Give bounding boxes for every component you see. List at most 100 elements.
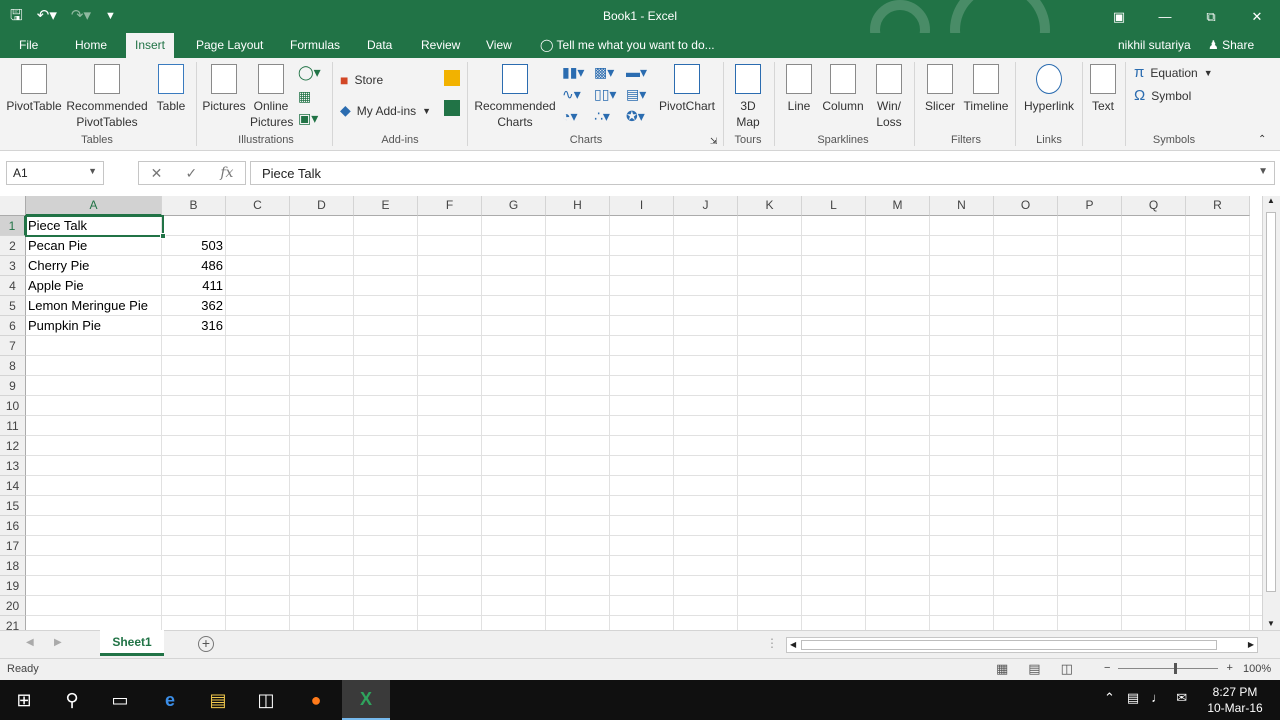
firefox-icon[interactable]: ● <box>292 680 340 720</box>
column-header[interactable]: O <box>994 196 1058 216</box>
column-header[interactable]: M <box>866 196 930 216</box>
formula-input[interactable]: Piece Talk ▼ <box>250 161 1275 185</box>
search-icon[interactable]: ⚲ <box>48 680 96 720</box>
row-header[interactable]: 11 <box>0 416 26 436</box>
column-header[interactable]: J <box>674 196 738 216</box>
row-header[interactable]: 8 <box>0 356 26 376</box>
table-button[interactable]: Table <box>154 64 188 114</box>
online-pictures-button[interactable]: Online Pictures <box>250 64 293 130</box>
scroll-sheets-left-icon[interactable]: ◀ <box>26 637 34 648</box>
row-header[interactable]: 14 <box>0 476 26 496</box>
vertical-scrollbar[interactable]: ▲ ▼ <box>1262 196 1280 630</box>
splitter-handle-icon[interactable]: ⋮ <box>766 636 778 650</box>
row-header[interactable]: 15 <box>0 496 26 516</box>
tab-page-layout[interactable]: Page Layout <box>187 33 272 58</box>
notifications-icon[interactable]: ✉ <box>1176 690 1187 706</box>
pivotchart-button[interactable]: PivotChart <box>658 64 716 114</box>
zoom-in-icon[interactable]: + <box>1226 662 1232 674</box>
column-chart-button[interactable]: ▮▮▾ <box>562 64 584 81</box>
page-layout-view-icon[interactable]: ▤ <box>1028 661 1040 677</box>
radar-chart-button[interactable]: ✪▾ <box>626 108 645 125</box>
shapes-button[interactable]: ◯▾ <box>298 64 321 81</box>
ribbon-display-icon[interactable]: ▣ <box>1096 0 1142 33</box>
scroll-left-icon[interactable]: ◀ <box>790 640 796 649</box>
row-header[interactable]: 19 <box>0 576 26 596</box>
column-header[interactable]: H <box>546 196 610 216</box>
share-button[interactable]: ♟ Share <box>1208 33 1254 57</box>
excel-taskbar-icon[interactable]: X <box>342 680 390 720</box>
user-name[interactable]: nikhil sutariya <box>1118 33 1191 57</box>
tell-me-box[interactable]: ◯ Tell me what you want to do... <box>540 33 715 57</box>
row-header[interactable]: 3 <box>0 256 26 276</box>
pie-chart-button[interactable]: ◔▾ <box>562 108 577 125</box>
cell-b4[interactable]: 411 <box>162 276 225 296</box>
row-header[interactable]: 2 <box>0 236 26 256</box>
zoom-knob[interactable] <box>1174 662 1178 674</box>
scroll-down-icon[interactable]: ▼ <box>1267 619 1275 628</box>
pivottable-button[interactable]: PivotTable <box>6 64 62 114</box>
row-header[interactable]: 17 <box>0 536 26 556</box>
edge-browser-icon[interactable]: e <box>146 680 194 720</box>
column-header[interactable]: R <box>1186 196 1250 216</box>
statistic-chart-button[interactable]: ▯▯▾ <box>594 86 616 103</box>
pictures-button[interactable]: Pictures <box>202 64 246 114</box>
name-box[interactable]: A1 ▼ <box>6 161 104 185</box>
line-chart-button[interactable]: ∿▾ <box>562 86 581 103</box>
store-button[interactable]: ■ Store <box>340 72 383 88</box>
screenshot-button[interactable]: ▣▾ <box>298 110 318 127</box>
sparkline-line-button[interactable]: Line <box>780 64 818 114</box>
expand-formula-icon[interactable]: ▼ <box>1258 166 1268 177</box>
network-icon[interactable]: ▤ <box>1127 690 1139 706</box>
symbol-button[interactable]: Ω Symbol <box>1134 87 1191 104</box>
column-header[interactable]: K <box>738 196 802 216</box>
hierarchy-chart-button[interactable]: ▩▾ <box>594 64 614 81</box>
close-button[interactable]: ✕ <box>1234 0 1280 33</box>
file-explorer-icon[interactable]: ▤ <box>194 680 242 720</box>
row-header[interactable]: 6 <box>0 316 26 336</box>
enter-icon[interactable]: ✓ <box>185 165 197 182</box>
zoom-out-icon[interactable]: − <box>1104 662 1110 674</box>
row-header[interactable]: 1 <box>0 216 26 236</box>
volume-icon[interactable]: ♩ <box>1151 690 1164 706</box>
row-header[interactable]: 18 <box>0 556 26 576</box>
tab-insert[interactable]: Insert <box>126 33 175 58</box>
cancel-icon[interactable]: ✕ <box>151 165 163 182</box>
row-header[interactable]: 16 <box>0 516 26 536</box>
sparkline-winloss-button[interactable]: Win/ Loss <box>870 64 908 130</box>
page-break-view-icon[interactable]: ◫ <box>1061 661 1073 677</box>
hyperlink-button[interactable]: Hyperlink <box>1020 64 1078 114</box>
row-header[interactable]: 7 <box>0 336 26 356</box>
3d-map-button[interactable]: 3D Map <box>728 64 768 130</box>
minimize-button[interactable]: — <box>1142 0 1188 33</box>
bing-maps-button[interactable] <box>444 70 460 86</box>
waterfall-chart-button[interactable]: ▬▾ <box>626 64 647 81</box>
windows-start-icon[interactable]: ⊞ <box>0 680 48 720</box>
column-header[interactable]: N <box>930 196 994 216</box>
spreadsheet-grid[interactable]: A B C D E F G H I J K L M N O P Q R 1 2 3 4 5 6 7 8 9 10 11 12 13 14 15 1… <box>0 196 1262 630</box>
zoom-slider[interactable]: − + <box>1104 662 1233 674</box>
insert-function-button[interactable]: fx <box>220 165 233 181</box>
tab-data[interactable]: Data <box>358 33 401 58</box>
tab-review[interactable]: Review <box>412 33 469 58</box>
task-view-icon[interactable]: ▭ <box>96 680 144 720</box>
sheet-tab-sheet1[interactable]: Sheet1 <box>100 630 164 656</box>
cell-b6[interactable]: 316 <box>162 316 225 336</box>
scroll-sheets-right-icon[interactable]: ▶ <box>54 637 62 648</box>
scatter-chart-button[interactable]: ∴▾ <box>594 108 610 125</box>
vertical-scroll-thumb[interactable] <box>1266 212 1276 592</box>
column-header[interactable]: E <box>354 196 418 216</box>
column-header[interactable]: D <box>290 196 354 216</box>
people-graph-button[interactable] <box>444 100 460 116</box>
cell-b2[interactable]: 503 <box>162 236 225 256</box>
recommended-pivottables-button[interactable]: Recommended PivotTables <box>66 64 148 130</box>
select-all-corner[interactable] <box>0 196 26 216</box>
row-header[interactable]: 5 <box>0 296 26 316</box>
clock[interactable]: 8:27 PM 10-Mar-16 <box>1200 684 1270 716</box>
charts-dialog-launcher[interactable]: ⇲ <box>710 136 718 147</box>
horizontal-scrollbar[interactable]: ◀ ▶ <box>786 637 1258 653</box>
row-header[interactable]: 9 <box>0 376 26 396</box>
column-header[interactable]: I <box>610 196 674 216</box>
restore-button[interactable]: ⧉ <box>1188 0 1234 33</box>
cell-b5[interactable]: 362 <box>162 296 225 316</box>
normal-view-icon[interactable]: ▦ <box>996 661 1008 677</box>
